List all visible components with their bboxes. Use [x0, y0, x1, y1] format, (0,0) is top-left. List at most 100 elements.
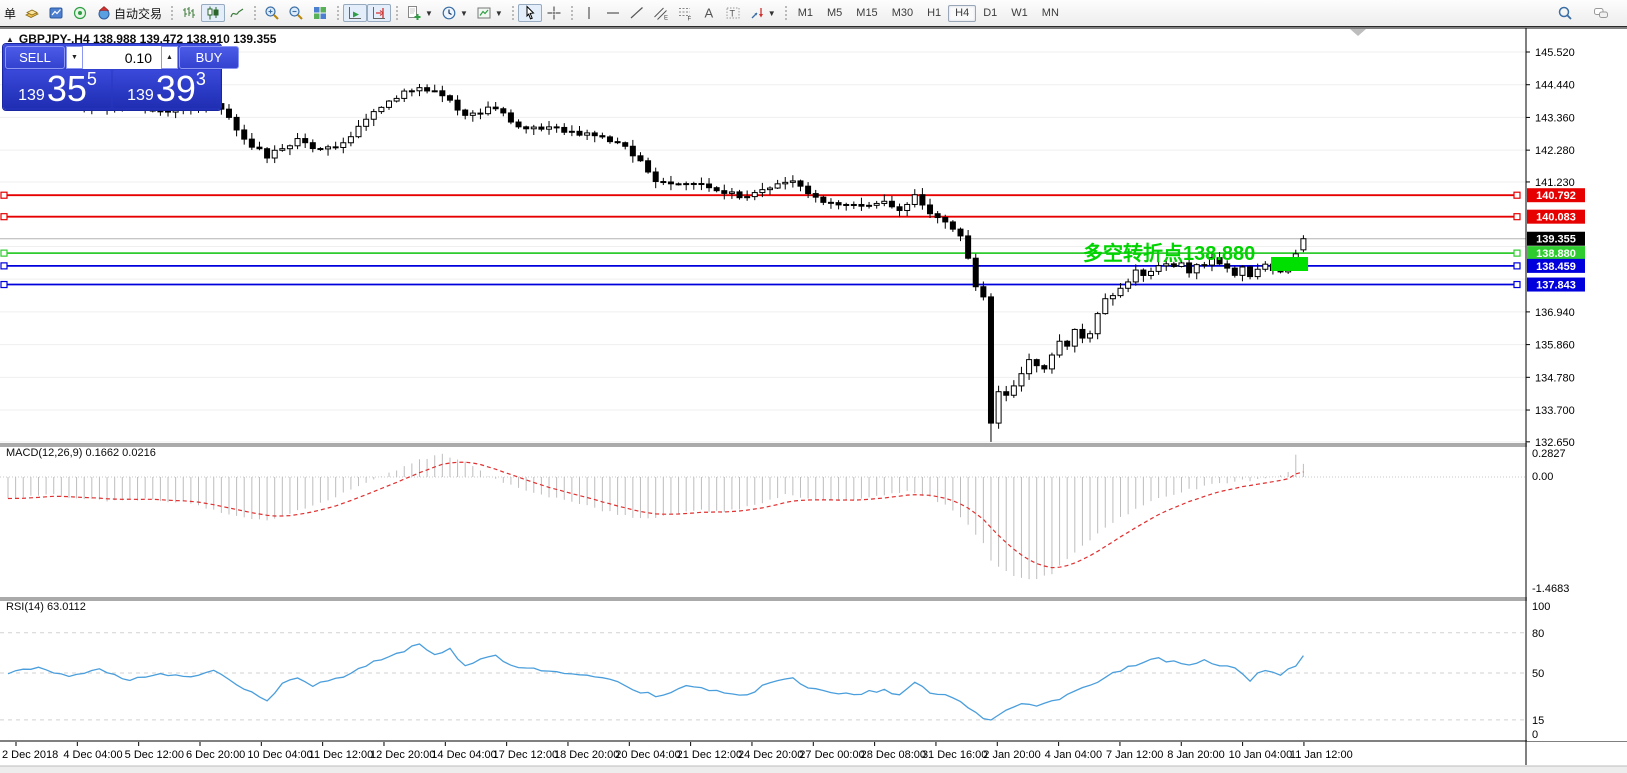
timeframe-button-h1[interactable]: H1	[920, 5, 948, 22]
svg-text:136.940: 136.940	[1535, 307, 1575, 319]
zoom-out-button[interactable]	[284, 4, 308, 22]
toolbar-grip[interactable]	[394, 4, 400, 22]
channel-button[interactable]: E	[649, 4, 673, 22]
autotrading-button[interactable]: 自动交易	[92, 4, 166, 22]
chart-window-icon[interactable]	[44, 4, 68, 22]
svg-text:27 Dec 00:00: 27 Dec 00:00	[799, 749, 864, 761]
news-icon[interactable]	[68, 4, 92, 22]
templates-button[interactable]: ▼	[472, 4, 507, 22]
collapse-icon[interactable]: ▲	[6, 35, 14, 44]
toolbar-grip[interactable]	[169, 4, 175, 22]
fibonacci-button[interactable]: F	[673, 4, 697, 22]
timeframe-button-mn[interactable]: MN	[1035, 5, 1066, 22]
periods-button[interactable]: ▼	[437, 4, 472, 22]
sell-button[interactable]: SELL	[5, 46, 65, 69]
volume-input[interactable]	[83, 46, 161, 69]
toolbar-grip[interactable]	[782, 4, 788, 22]
timeframe-button-m1[interactable]: M1	[791, 5, 820, 22]
buy-price[interactable]: 139 39 3	[113, 70, 220, 108]
svg-text:0: 0	[1532, 729, 1538, 741]
new-order	[25, 9, 39, 18]
svg-text:15: 15	[1532, 715, 1544, 727]
timeframe-button-d1[interactable]: D1	[976, 5, 1004, 22]
trade-panel-controls: SELL ▼ ▲ BUY	[3, 44, 239, 70]
svg-text:2 Jan 20:00: 2 Jan 20:00	[983, 749, 1041, 761]
text-label-button[interactable]: T	[721, 4, 745, 22]
timeframe-button-m30[interactable]: M30	[885, 5, 920, 22]
timeframe-button-m15[interactable]: M15	[849, 5, 884, 22]
svg-text:139.355: 139.355	[1536, 234, 1576, 246]
mt4-window: { "toolbar": { "groups": [ {"name":"file…	[0, 0, 1627, 773]
vertical-line-button[interactable]	[577, 4, 601, 22]
search-icon[interactable]	[1553, 4, 1577, 22]
buy-button[interactable]: BUY	[179, 46, 239, 69]
svg-text:50: 50	[1532, 668, 1544, 680]
svg-text:8 Jan 20:00: 8 Jan 20:00	[1167, 749, 1225, 761]
one-click-trading-panel: SELL ▼ ▲ BUY 139 35 5 139 39 3	[3, 44, 239, 110]
arrows	[751, 8, 763, 19]
svg-text:E: E	[664, 16, 668, 22]
svg-text:21 Dec 12:00: 21 Dec 12:00	[677, 749, 742, 761]
svg-text:143.360: 143.360	[1535, 112, 1575, 124]
volume-decrement-button[interactable]: ▼	[66, 46, 83, 69]
toolbar-grip[interactable]	[509, 4, 515, 22]
chart-shift	[373, 7, 386, 19]
svg-text:4 Dec 04:00: 4 Dec 04:00	[63, 749, 122, 761]
text-button[interactable]: A	[697, 4, 721, 22]
annotation-box-object[interactable]	[1271, 257, 1308, 271]
chevron-down-icon: ▼	[425, 8, 433, 18]
svg-text:133.700: 133.700	[1535, 405, 1575, 417]
volume-increment-button[interactable]: ▲	[161, 46, 178, 69]
fibonacci: F	[678, 8, 691, 22]
svg-text:140.792: 140.792	[1536, 190, 1576, 202]
hline	[606, 12, 619, 14]
chart-shift-button[interactable]	[367, 4, 392, 22]
indicators-button[interactable]: ▼	[402, 4, 437, 22]
auto-scroll-button[interactable]	[343, 4, 368, 22]
trendline-button[interactable]	[625, 4, 649, 22]
annotation-text-object[interactable]: 多空转折点138.880	[1083, 237, 1255, 266]
svg-text:80: 80	[1532, 628, 1544, 640]
order-label: 单	[4, 6, 17, 21]
text-a: A	[704, 6, 713, 21]
svg-text:T: T	[729, 9, 735, 19]
buy-price-big: 39	[155, 68, 196, 109]
line-chart-button[interactable]	[225, 4, 249, 22]
trendline	[630, 7, 643, 19]
new-order-icon[interactable]	[20, 4, 44, 22]
chart-window	[49, 7, 63, 19]
tile-windows-button[interactable]	[308, 4, 332, 22]
svg-text:141.230: 141.230	[1535, 177, 1575, 189]
svg-text:142.280: 142.280	[1535, 145, 1575, 157]
svg-text:5 Dec 12:00: 5 Dec 12:00	[125, 749, 184, 761]
channel: E	[653, 7, 668, 22]
timeframe-button-w1[interactable]: W1	[1004, 5, 1035, 22]
toolbar-grip[interactable]	[335, 4, 341, 22]
chat-icon[interactable]	[1589, 4, 1613, 22]
chart-canvas[interactable]: 145.520 144.440 143.360 142.280 141.230 136.9…	[0, 0, 1627, 773]
crosshair-button[interactable]	[542, 4, 566, 22]
sell-price[interactable]: 139 35 5	[4, 70, 111, 108]
svg-text:28 Dec 08:00: 28 Dec 08:00	[861, 749, 926, 761]
svg-text:7 Jan 12:00: 7 Jan 12:00	[1106, 749, 1164, 761]
timeframe-button-m5[interactable]: M5	[820, 5, 849, 22]
svg-text:-1.4683: -1.4683	[1532, 583, 1569, 595]
vline	[588, 7, 590, 19]
svg-text:138.459: 138.459	[1536, 261, 1576, 273]
svg-text:31 Dec 16:00: 31 Dec 16:00	[922, 749, 987, 761]
horizontal-line-button[interactable]	[601, 4, 625, 22]
bar-chart-button[interactable]	[177, 4, 201, 22]
candlestick-button[interactable]	[201, 4, 226, 22]
svg-text:11 Dec 12:00: 11 Dec 12:00	[309, 749, 374, 761]
toolbar-grip[interactable]	[252, 4, 258, 22]
timeframe-button-h4[interactable]: H4	[948, 4, 977, 22]
arrows-button[interactable]: ▼	[745, 4, 780, 22]
svg-text:F: F	[687, 17, 691, 22]
toolbar-grip[interactable]	[568, 4, 574, 22]
cursor-button[interactable]	[517, 4, 542, 22]
sell-price-big: 35	[46, 68, 87, 109]
price-axis[interactable]: 145.520 144.440 143.360 142.280 141.230 136.9…	[1525, 28, 1627, 765]
candlestick	[207, 6, 219, 20]
zoom-in-button[interactable]	[260, 4, 284, 22]
svg-text:18 Dec 20:00: 18 Dec 20:00	[554, 749, 619, 761]
